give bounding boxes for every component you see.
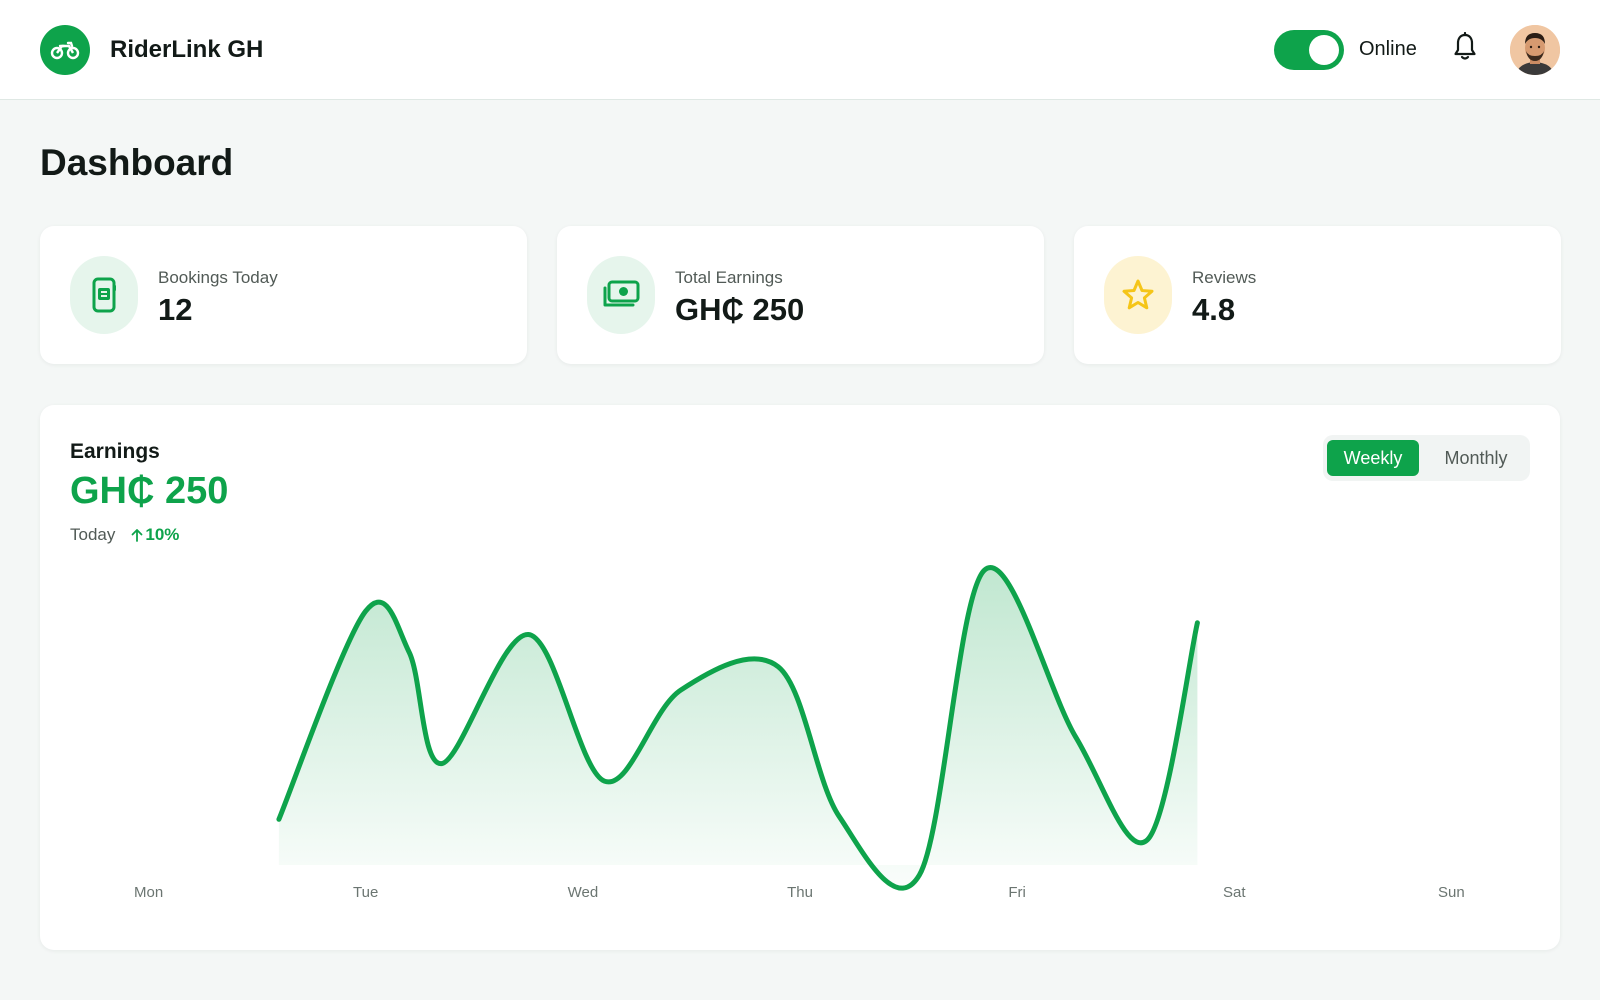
chart-area-fill (278, 567, 1198, 889)
stat-value: 4.8 (1192, 292, 1236, 327)
x-tick-label: Thu (787, 884, 813, 901)
toggle-knob (1309, 35, 1339, 65)
earnings-subline: Today 10% (70, 525, 179, 545)
bell-icon[interactable] (1452, 31, 1478, 62)
earnings-change: 10% (129, 525, 179, 545)
stat-value: 12 (158, 292, 193, 327)
x-tick-label: Sun (1438, 884, 1465, 901)
x-tick-label: Mon (134, 884, 163, 901)
earnings-title: Earnings (70, 440, 160, 463)
x-tick-label: Sat (1223, 884, 1246, 901)
x-tick-label: Tue (353, 884, 378, 901)
online-status-label: Online (1359, 38, 1417, 60)
stat-card-bookings[interactable]: Bookings Today 12 (40, 226, 527, 364)
earnings-amount: GH₵ 250 (70, 470, 229, 512)
earnings-change-value: 10% (145, 525, 180, 544)
stat-value: GH₵ 250 (675, 292, 805, 327)
app-name: RiderLink GH (110, 36, 264, 63)
tab-monthly[interactable]: Monthly (1425, 440, 1527, 476)
motorbike-icon[interactable] (40, 25, 90, 75)
avatar[interactable] (1510, 25, 1560, 75)
star-icon (1104, 256, 1172, 334)
x-tick-label: Fri (1008, 884, 1026, 901)
phone-booking-icon (70, 256, 138, 334)
x-tick-label: Wed (568, 884, 599, 901)
period-toggle: Weekly Monthly (1323, 435, 1530, 481)
earnings-period: Today (70, 525, 116, 544)
earnings-card: Earnings GH₵ 250 Today 10% Weekly Monthl… (40, 405, 1560, 950)
cash-icon (587, 256, 655, 334)
tab-weekly[interactable]: Weekly (1327, 440, 1419, 476)
top-bar: RiderLink GH Online (0, 0, 1600, 100)
stat-card-reviews[interactable]: Reviews 4.8 (1074, 226, 1561, 364)
stat-card-earnings[interactable]: Total Earnings GH₵ 250 (557, 226, 1044, 364)
stat-label: Total Earnings (675, 268, 783, 287)
earnings-chart: Mon Tue Wed Thu Fri Sat Sun (134, 565, 1465, 901)
page-title: Dashboard (40, 142, 234, 183)
stat-label: Bookings Today (158, 268, 278, 287)
stat-label: Reviews (1192, 268, 1257, 287)
arrow-up-icon (131, 529, 143, 542)
online-toggle[interactable] (1274, 30, 1344, 70)
